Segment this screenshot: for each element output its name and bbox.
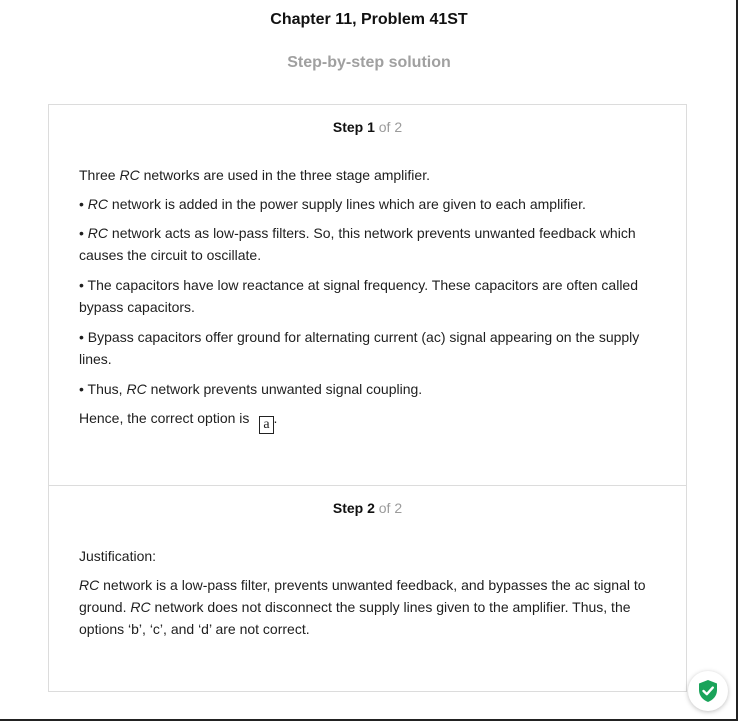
text-run: • Thus, (79, 381, 127, 397)
italic-term: RC (130, 599, 151, 615)
italic-term: RC (79, 577, 100, 593)
text-run: network acts as low-pass filters. So, th… (79, 225, 636, 263)
step-2-paragraph: RC network is a low-pass filter, prevent… (79, 574, 656, 640)
step-1-paragraph: Three RC networks are used in the three … (79, 164, 656, 186)
step-2-header: Step 2 of 2 (79, 500, 656, 516)
text-run: Three (79, 167, 120, 183)
answer-suffix: . (273, 410, 278, 426)
step-1-body: Three RC networks are used in the three … (79, 164, 656, 434)
step-1-count: of 2 (378, 119, 403, 135)
step-1-paragraph: • The capacitors have low reactance at s… (79, 277, 638, 315)
text-run: • (79, 225, 88, 241)
step-1: Step 1 of 2 Three RC networks are used i… (49, 105, 686, 486)
step-1-paragraph: • Bypass capacitors offer ground for alt… (79, 329, 640, 367)
italic-term: RC (126, 381, 147, 397)
text-run: • (79, 196, 88, 212)
solution-card: Step 1 of 2 Three RC networks are used i… (48, 104, 687, 692)
text-run: networks are used in the three stage amp… (139, 167, 430, 183)
text-run: network is added in the power supply lin… (108, 196, 586, 212)
step-1-paragraph: • RC network acts as low-pass filters. S… (79, 222, 656, 266)
step-1-label: Step 1 (332, 119, 375, 135)
step-2-paragraph: Justification: (79, 548, 157, 564)
text-run: network prevents unwanted signal couplin… (146, 381, 423, 397)
answer-prefix: Hence, the correct option is (79, 410, 250, 426)
shield-check-icon (699, 680, 717, 702)
answer-box: a (259, 416, 274, 434)
step-1-paragraph: • Thus, RC network prevents unwanted sig… (79, 378, 656, 400)
step-2-count: of 2 (378, 500, 403, 516)
italic-term: RC (87, 196, 109, 212)
step-2-label: Step 2 (332, 500, 375, 516)
step-1-paragraph: • RC network is added in the power suppl… (79, 193, 656, 215)
step-1-header: Step 1 of 2 (79, 119, 656, 135)
italic-term: RC (87, 225, 109, 241)
step-2: Step 2 of 2 Justification: RC network is… (49, 486, 686, 692)
page-title: Chapter 11, Problem 41ST (270, 11, 468, 28)
answer-line: Hence, the correct option is a. (79, 407, 656, 434)
italic-term: RC (119, 167, 140, 183)
step-2-body: Justification: RC network is a low-pass … (79, 545, 656, 640)
security-badge-button[interactable] (688, 671, 728, 711)
page-subtitle: Step-by-step solution (287, 54, 451, 71)
text-run: network does not disconnect the supply l… (79, 599, 631, 637)
